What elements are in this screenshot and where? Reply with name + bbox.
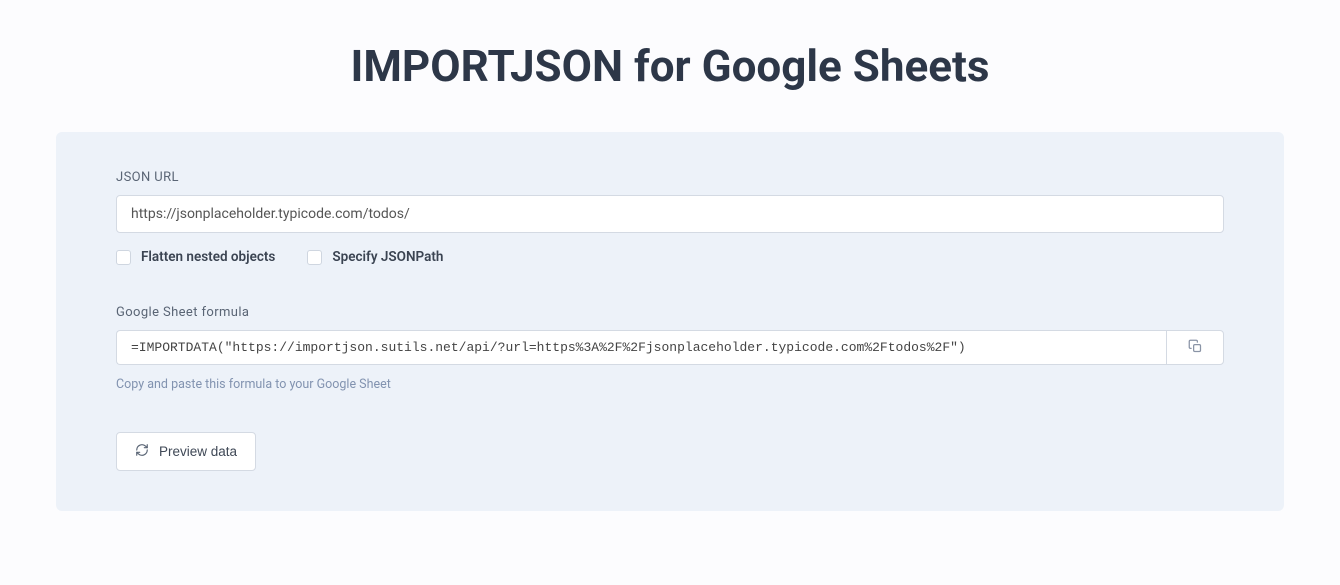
options-row: Flatten nested objects Specify JSONPath: [116, 249, 1224, 265]
jsonpath-checkbox-label: Specify JSONPath: [332, 249, 443, 265]
form-card: JSON URL Flatten nested objects Specify …: [56, 132, 1284, 511]
flatten-checkbox[interactable]: [116, 250, 131, 265]
preview-button-label: Preview data: [159, 444, 237, 459]
copy-icon: [1188, 339, 1203, 357]
copy-button[interactable]: [1166, 330, 1224, 365]
flatten-checkbox-label: Flatten nested objects: [141, 249, 275, 265]
json-url-input[interactable]: [116, 195, 1224, 233]
formula-row: [116, 330, 1224, 365]
json-url-label: JSON URL: [116, 170, 1224, 185]
page-title: IMPORTJSON for Google Sheets: [0, 0, 1340, 132]
jsonpath-checkbox[interactable]: [307, 250, 322, 265]
preview-button[interactable]: Preview data: [116, 432, 256, 471]
formula-input[interactable]: [116, 330, 1166, 365]
formula-helper-text: Copy and paste this formula to your Goog…: [116, 377, 1224, 392]
refresh-icon: [135, 443, 149, 460]
jsonpath-checkbox-wrap[interactable]: Specify JSONPath: [307, 249, 443, 265]
formula-label: Google Sheet formula: [116, 305, 1224, 320]
flatten-checkbox-wrap[interactable]: Flatten nested objects: [116, 249, 275, 265]
